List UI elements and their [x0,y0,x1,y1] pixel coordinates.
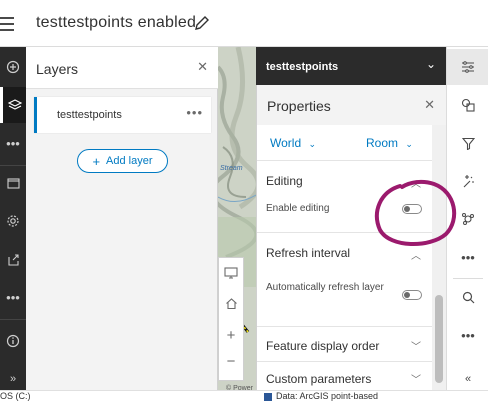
layers-icon[interactable] [0,87,26,123]
chevron-down-icon: ⌄ [308,139,317,149]
stream-label: Stream [220,165,243,172]
close-icon[interactable]: ✕ [424,97,435,113]
menu-icon[interactable] [0,12,16,36]
styles-icon[interactable] [447,87,488,123]
map-title: testtestpoints enabled [36,14,197,31]
taskbar-file-label: Data: ArcGIS point-based [276,391,379,401]
more-icon[interactable]: ••• [447,239,488,275]
feature-order-title: Feature display order [266,339,380,353]
chevron-up-icon[interactable]: ︿ [411,175,421,190]
layers-header: Layers ✕ [26,47,218,89]
home-icon[interactable] [219,290,243,316]
file-icon [264,393,272,401]
drive-label: OS (C:) [0,391,31,401]
auto-refresh-label: Automatically refresh layer [266,282,384,293]
info-icon[interactable] [0,323,26,359]
custom-params-section[interactable]: Custom parameters ﹀ [257,362,433,390]
properties-layer-name: testtestpoints [266,61,339,73]
auto-refresh-toggle[interactable] [402,290,422,300]
layers-title: Layers [36,61,79,77]
left-toolbar: ••• ••• » [0,47,26,390]
plus-icon: + [92,153,101,169]
clustering-icon[interactable] [447,201,488,237]
map-controls: + − [218,257,244,381]
properties-scrollbar[interactable] [432,125,446,390]
properties-title: Properties [267,98,331,114]
properties-layer-header[interactable]: testtestpoints ⌄ [256,47,446,85]
add-layer-label: Add layer [106,155,153,167]
chevron-down-icon: ﹀ [411,342,421,353]
chevron-down-icon: ⌄ [405,139,413,149]
editing-section: Editing ︿ Enable editing [257,161,433,233]
tab-world[interactable]: World ⌄ [270,136,316,150]
more-icon[interactable]: ••• [447,317,488,353]
properties-panel: Properties ✕ World ⌄ Room ⌄ Editing ︿ En… [256,85,446,390]
zoom-in-icon[interactable]: + [219,322,243,348]
properties-title-bar: Properties ✕ [257,85,446,125]
app-header: testtestpoints enabled [0,0,488,47]
refresh-section: Refresh interval ︿ Automatically refresh… [257,233,433,327]
scale-tabs: World ⌄ Room ⌄ [257,125,433,161]
add-layer-button[interactable]: + Add layer [77,149,168,173]
share-icon[interactable] [0,241,26,277]
chevron-down-icon: ﹀ [411,375,421,386]
right-toolbar: ••• ••• « [446,47,488,390]
layer-name: testtestpoints [57,109,122,121]
basemap-icon[interactable] [0,165,26,201]
layer-list-item[interactable]: testtestpoints ••• [34,97,211,133]
os-taskbar: OS (C:) Data: ArcGIS point-based [0,390,488,403]
editing-title[interactable]: Editing [266,174,303,188]
chevron-up-icon[interactable]: ︿ [411,247,421,262]
properties-content[interactable]: World ⌄ Room ⌄ Editing ︿ Enable editing … [257,125,433,390]
zoom-out-icon[interactable]: − [219,348,243,374]
add-icon[interactable] [0,49,26,85]
edit-pencil-icon[interactable] [194,15,210,31]
screen-icon[interactable] [219,260,243,286]
tab-room[interactable]: Room ⌄ [366,136,413,150]
refresh-title[interactable]: Refresh interval [266,246,350,260]
properties-icon[interactable] [447,49,488,85]
effects-icon[interactable] [447,163,488,199]
more-icon[interactable]: ••• [186,105,203,120]
more-icon[interactable]: ••• [0,125,26,161]
settings-icon[interactable] [0,203,26,239]
more-icon[interactable]: ••• [0,279,26,315]
feature-order-section[interactable]: Feature display order ﹀ [257,327,433,362]
scrollbar-thumb[interactable] [435,295,443,383]
close-icon[interactable]: ✕ [197,59,208,75]
enable-editing-label: Enable editing [266,203,330,214]
layers-panel: Layers ✕ testtestpoints ••• + Add layer [26,47,218,390]
filter-icon[interactable] [447,125,488,161]
chevron-down-icon[interactable]: ⌄ [426,57,436,71]
custom-params-title: Custom parameters [266,372,372,386]
enable-editing-toggle[interactable] [402,204,422,214]
search-icon[interactable] [447,279,488,315]
